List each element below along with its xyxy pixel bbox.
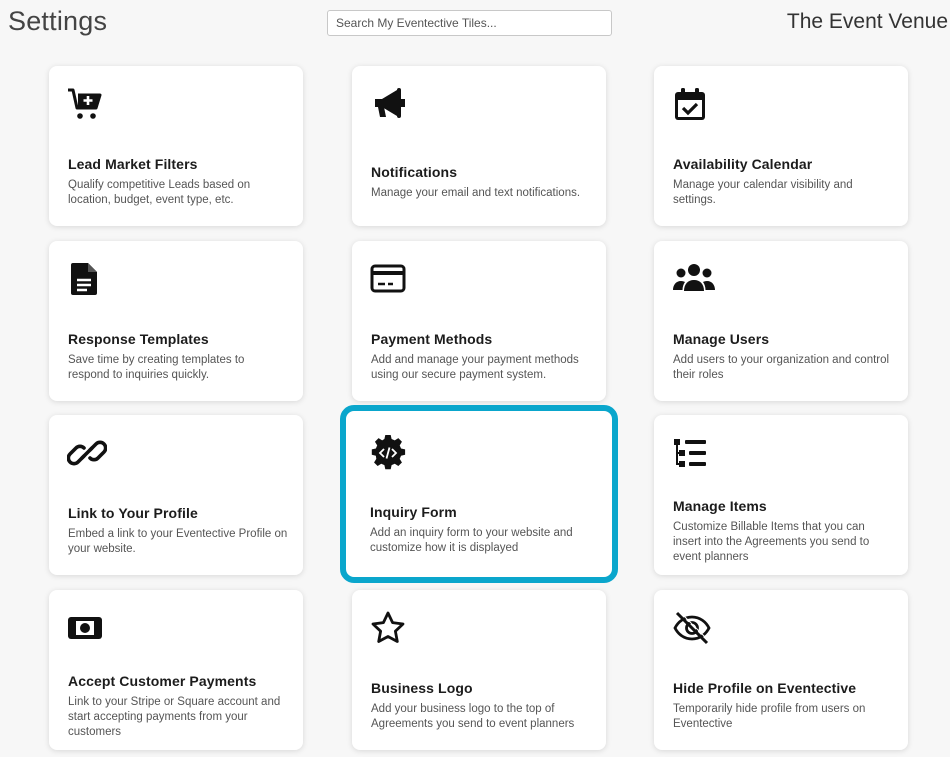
tile-manage-items[interactable]: Manage Items Customize Billable Items th… <box>654 415 908 575</box>
tile-description: Manage your calendar visibility and sett… <box>673 179 853 206</box>
tile-description: Save time by creating templates to respo… <box>68 354 245 381</box>
search-input[interactable] <box>327 10 612 36</box>
calendar-check-icon <box>672 86 712 126</box>
tile-title: Notifications <box>371 163 458 180</box>
tile-description: Embed a link to your Eventective Profile… <box>68 528 288 555</box>
tile-description: Add your business logo to the top of Agr… <box>371 703 575 730</box>
megaphone-icon <box>370 86 410 126</box>
tile-payment-methods[interactable]: Payment Methods Add and manage your paym… <box>352 241 606 401</box>
money-bill-icon <box>67 610 107 650</box>
tile-link-to-profile[interactable]: Link to Your Profile Embed a link to you… <box>49 415 303 575</box>
tile-description: Add users to your organization and contr… <box>673 354 890 381</box>
tile-title: Business Logo <box>371 680 473 696</box>
tile-description: Add an inquiry form to your website and … <box>370 527 573 554</box>
tile-description: Link to your Stripe or Square account an… <box>68 695 281 738</box>
tile-description: Temporarily hide profile from users on E… <box>673 703 866 730</box>
tile-title: Link to Your Profile <box>68 505 198 521</box>
tile-hide-profile[interactable]: Hide Profile on Eventective Temporarily … <box>654 590 908 750</box>
users-icon <box>672 261 715 301</box>
tile-title: Accept Customer Payments <box>68 672 257 689</box>
tile-title: Availability Calendar <box>673 156 813 172</box>
tile-response-templates[interactable]: Response Templates Save time by creating… <box>49 241 303 401</box>
file-lines-icon <box>67 261 107 301</box>
tile-title: Lead Market Filters <box>68 156 198 172</box>
tile-title: Response Templates <box>68 331 209 347</box>
list-tree-icon <box>672 435 712 475</box>
cart-plus-icon <box>67 86 107 126</box>
tile-description: Customize Billable Items that you can in… <box>673 520 870 563</box>
tile-lead-market-filters[interactable]: Lead Market Filters Qualify competitive … <box>49 66 303 226</box>
code-gear-icon <box>370 435 410 475</box>
link-icon <box>67 435 107 475</box>
tile-title: Manage Items <box>673 497 767 514</box>
star-icon <box>370 610 410 650</box>
tile-manage-users[interactable]: Manage Users Add users to your organizat… <box>654 241 908 401</box>
eye-slash-icon <box>672 610 712 650</box>
tile-description: Qualify competitive Leads based on locat… <box>68 179 251 206</box>
venue-name: The Event Venue <box>786 10 948 33</box>
tile-inquiry-form[interactable]: Inquiry Form Add an inquiry form to your… <box>340 405 618 583</box>
page-title: Settings <box>8 6 108 36</box>
tile-title: Payment Methods <box>371 331 493 347</box>
tile-title: Inquiry Form <box>370 504 457 520</box>
tile-business-logo[interactable]: Business Logo Add your business logo to … <box>352 590 606 750</box>
credit-card-icon <box>370 261 410 301</box>
tile-accept-customer-payments[interactable]: Accept Customer Payments Link to your St… <box>49 590 303 750</box>
tile-title: Manage Users <box>673 331 770 347</box>
tile-notifications[interactable]: Notifications Manage your email and text… <box>352 66 606 226</box>
tile-availability-calendar[interactable]: Availability Calendar Manage your calend… <box>654 66 908 226</box>
tile-description: Add and manage your payment methods usin… <box>371 354 579 381</box>
tile-title: Hide Profile on Eventective <box>673 680 857 696</box>
tile-description: Manage your email and text notifications… <box>371 186 581 199</box>
